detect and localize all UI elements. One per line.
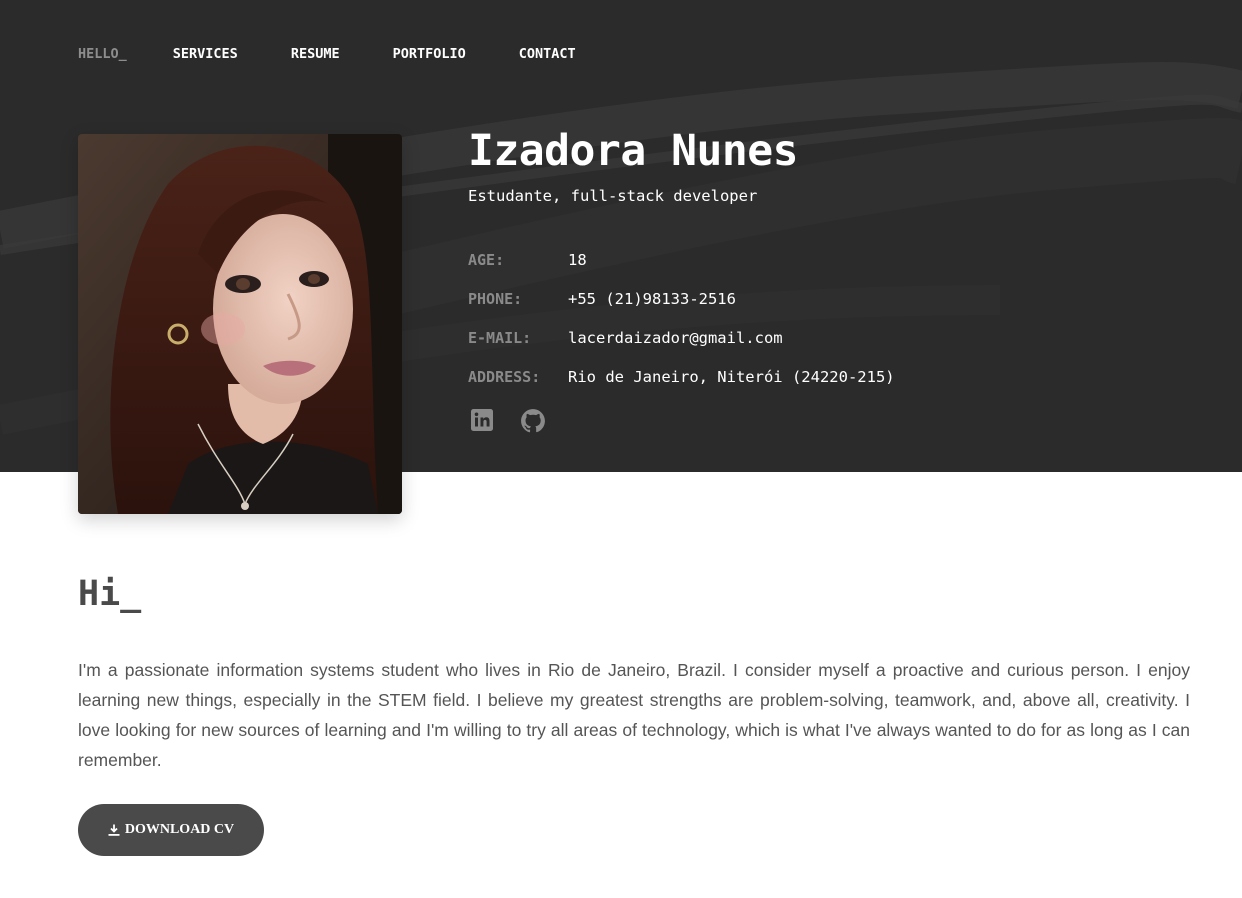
info-value: Rio de Janeiro, Niterói (24220-215) — [568, 368, 895, 386]
about-heading: Hi_ — [78, 574, 142, 614]
nav-item-portfolio[interactable]: PORTFOLIO — [393, 45, 466, 63]
nav-item-services[interactable]: SERVICES — [173, 45, 238, 63]
profile-name: Izadora Nunes — [468, 126, 799, 176]
info-value: lacerdaizador@gmail.com — [568, 329, 783, 347]
nav-item-hello[interactable]: HELLO_ — [78, 45, 127, 63]
social-links — [470, 408, 570, 434]
info-row-age: AGE: 18 — [468, 250, 895, 289]
download-cv-label: DOWNLOAD CV — [124, 822, 235, 837]
download-cv-button[interactable]: DOWNLOAD CV — [78, 804, 264, 856]
linkedin-icon[interactable] — [470, 408, 496, 434]
info-row-email: E-MAIL: lacerdaizador@gmail.com — [468, 328, 895, 367]
info-value: 18 — [568, 251, 587, 269]
download-icon — [108, 824, 120, 836]
nav-item-resume[interactable]: RESUME — [291, 45, 340, 63]
info-label: PHONE: — [468, 290, 523, 308]
info-label: AGE: — [468, 251, 505, 269]
profile-info-list: AGE: 18 PHONE: +55 (21)98133-2516 E-MAIL… — [468, 250, 895, 406]
main-nav: HELLO_ SERVICES RESUME PORTFOLIO CONTACT — [78, 45, 629, 63]
nav-item-contact[interactable]: CONTACT — [519, 45, 576, 63]
profile-subtitle: Estudante, full-stack developer — [468, 187, 758, 205]
info-value: +55 (21)98133-2516 — [568, 290, 736, 308]
about-text: I'm a passionate information systems stu… — [78, 660, 1190, 770]
info-label: E-MAIL: — [468, 329, 532, 347]
info-row-phone: PHONE: +55 (21)98133-2516 — [468, 289, 895, 328]
info-label: ADDRESS: — [468, 368, 541, 386]
profile-photo — [78, 134, 402, 514]
github-icon[interactable] — [520, 408, 546, 434]
info-row-address: ADDRESS: Rio de Janeiro, Niterói (24220-… — [468, 367, 895, 406]
